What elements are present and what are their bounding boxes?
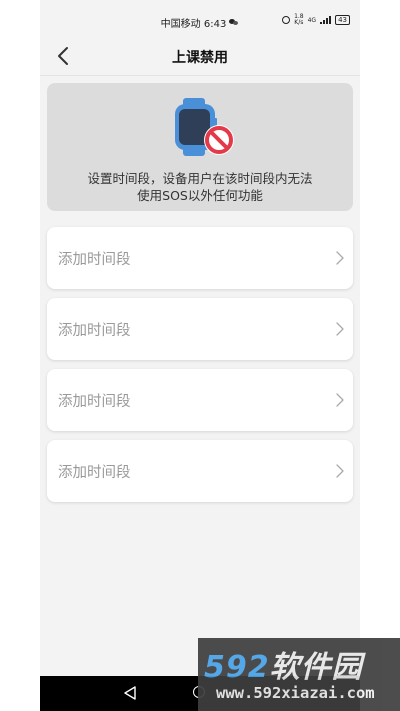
chevron-right-icon bbox=[336, 322, 344, 336]
status-carrier-time: 中国移动 6:43 bbox=[161, 15, 240, 30]
time-slot-item[interactable]: 添加时间段 bbox=[47, 227, 353, 289]
watermark-logo-number: 592 bbox=[204, 650, 270, 685]
info-line-2: 使用SOS以外任何功能 bbox=[137, 188, 263, 203]
battery-indicator: 43 bbox=[335, 15, 350, 25]
carrier-time-text: 中国移动 6:43 bbox=[160, 18, 227, 30]
watermark-592-logo: 592软件园 www.592xiazai.com bbox=[198, 638, 400, 711]
net-speed-unit: K/s bbox=[294, 19, 304, 26]
network-type: 4G bbox=[307, 16, 317, 24]
time-slot-item[interactable]: 添加时间段 bbox=[47, 369, 353, 431]
watermark-url: www.592xiazai.com bbox=[216, 684, 375, 702]
alarm-icon bbox=[282, 16, 291, 24]
watermark-logo: 592软件园 bbox=[204, 642, 363, 686]
wechat-notification-icon bbox=[229, 18, 239, 26]
header-bar: 上课禁用 bbox=[40, 37, 360, 76]
status-icons: 1.8 K/s 4G 43 bbox=[282, 14, 350, 26]
info-card: 设置时间段，设备用户在该时间段内无法 使用SOS以外任何功能 bbox=[47, 83, 353, 211]
time-slot-label: 添加时间段 bbox=[58, 465, 131, 481]
net-speed: 1.8 K/s bbox=[294, 14, 304, 26]
chevron-right-icon bbox=[336, 251, 344, 265]
time-slot-label: 添加时间段 bbox=[58, 252, 131, 268]
info-line-1: 设置时间段，设备用户在该时间段内无法 bbox=[87, 171, 313, 186]
chevron-right-icon bbox=[336, 393, 344, 407]
time-slot-item[interactable]: 添加时间段 bbox=[47, 298, 353, 360]
time-slot-item[interactable]: 添加时间段 bbox=[47, 440, 353, 502]
phone-screen: 中国移动 6:43 1.8 K/s 4G 43 上课禁用 设置时间段，设备用户在… bbox=[40, 0, 360, 711]
watch-disabled-icon bbox=[175, 98, 234, 156]
info-description: 设置时间段，设备用户在该时间段内无法 使用SOS以外任何功能 bbox=[47, 170, 353, 204]
time-slot-label: 添加时间段 bbox=[58, 323, 131, 339]
nav-back-triangle-icon[interactable] bbox=[124, 686, 136, 700]
signal-icon bbox=[320, 16, 332, 24]
watermark-logo-text: 软件园 bbox=[269, 650, 363, 685]
page-title: 上课禁用 bbox=[172, 50, 228, 66]
chevron-right-icon bbox=[336, 464, 344, 478]
time-slot-label: 添加时间段 bbox=[58, 394, 131, 410]
